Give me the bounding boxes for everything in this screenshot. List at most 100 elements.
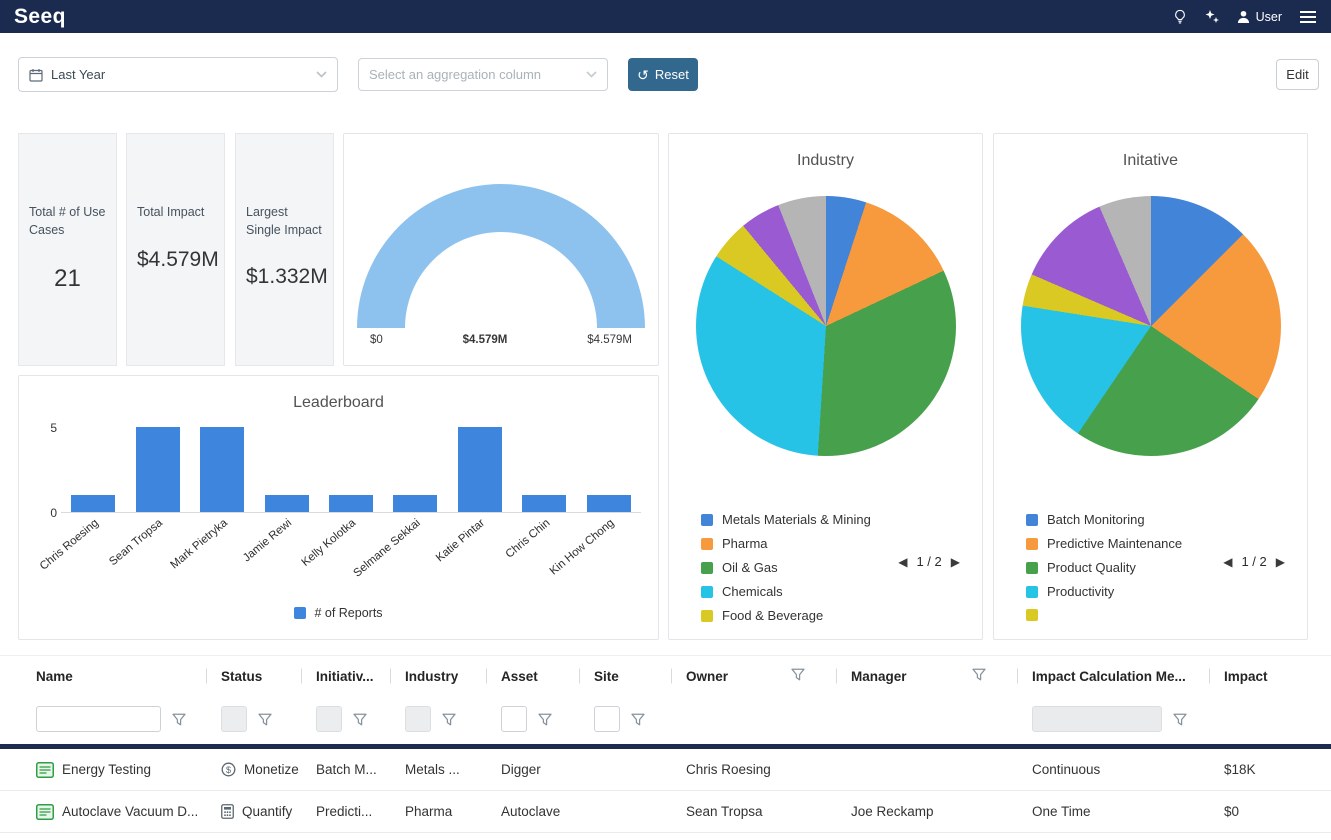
bar[interactable]	[458, 427, 502, 512]
filter-funnel-icon[interactable]	[631, 713, 645, 726]
bar-slot: Selmane Sekkai	[383, 428, 447, 512]
legend-item[interactable]: Food & Beverage	[701, 608, 871, 623]
bar[interactable]	[329, 495, 373, 512]
column-header-asset[interactable]: Asset	[501, 669, 594, 684]
next-page-icon[interactable]: ▶	[951, 555, 960, 569]
bar-category-label: Jamie Rewi	[241, 517, 294, 564]
industry-pie-chart[interactable]	[696, 196, 956, 456]
hamburger-menu-icon[interactable]	[1299, 10, 1317, 24]
bar-slot: Katie Pintar	[448, 428, 512, 512]
cell-status: Quantify	[242, 804, 292, 819]
table-body: Energy Testing$MonetizeBatch M...Metals …	[0, 749, 1331, 833]
seeq-logo[interactable]: Seeq	[14, 5, 66, 29]
prev-page-icon[interactable]: ◀	[1223, 555, 1232, 569]
legend-item[interactable]: Batch Monitoring	[1026, 512, 1182, 527]
column-label: Name	[36, 669, 73, 684]
bar[interactable]	[587, 495, 631, 512]
table-cell-industry: Pharma	[405, 804, 501, 819]
legend-item[interactable]: Product Quality	[1026, 560, 1182, 575]
table-row[interactable]: Energy Testing$MonetizeBatch M...Metals …	[0, 749, 1331, 791]
column-label: Industry	[405, 669, 458, 684]
bar[interactable]	[71, 495, 115, 512]
cell-impact_calc: Continuous	[1032, 762, 1100, 777]
bar-category-label: Chris Roesing	[38, 517, 101, 573]
cell-owner: Chris Roesing	[686, 762, 771, 777]
industry-filter-box[interactable]	[405, 706, 431, 732]
table-cell-impact_calc: Continuous	[1032, 762, 1224, 777]
column-header-impact[interactable]: Impact	[1224, 669, 1331, 684]
reset-button[interactable]: ↺ Reset	[628, 58, 698, 91]
aggregation-placeholder: Select an aggregation column	[369, 67, 541, 82]
legend-item[interactable]: Oil & Gas	[701, 560, 871, 575]
cell-owner: Sean Tropsa	[686, 804, 763, 819]
column-header-name[interactable]: Name	[36, 669, 221, 684]
column-header-initiative[interactable]: Initiativ...	[316, 669, 405, 684]
column-header-impact_calc[interactable]: Impact Calculation Me...	[1032, 669, 1224, 684]
header-filter-icon[interactable]	[972, 668, 986, 681]
filter-funnel-icon[interactable]	[442, 713, 456, 726]
leaderboard-legend[interactable]: # of Reports	[19, 606, 658, 620]
name-filter-input[interactable]	[36, 706, 161, 732]
initiative-pie-card: Initative Batch MonitoringPredictive Mai…	[993, 133, 1308, 640]
leaderboard-plot: Chris RoesingSean TropsaMark PietrykaJam…	[61, 428, 641, 513]
bar[interactable]	[393, 495, 437, 512]
user-menu[interactable]: User	[1237, 10, 1282, 24]
monetize-status-icon: $	[221, 762, 236, 777]
legend-item[interactable]: Productivity	[1026, 584, 1182, 599]
lightbulb-icon[interactable]	[1173, 9, 1187, 25]
bar[interactable]	[522, 495, 566, 512]
legend-item[interactable]: Pharma	[701, 536, 871, 551]
legend-label: Predictive Maintenance	[1047, 536, 1182, 551]
column-separator	[301, 669, 302, 684]
kpi-label: Total # of Use Cases	[29, 204, 106, 239]
bar[interactable]	[265, 495, 309, 512]
legend-item[interactable]	[1026, 608, 1182, 622]
column-separator	[836, 669, 837, 684]
filter-cell-asset	[501, 706, 594, 732]
initiative-filter-box[interactable]	[316, 706, 342, 732]
filter-funnel-icon[interactable]	[353, 713, 367, 726]
site-filter-box[interactable]	[594, 706, 620, 732]
sparkles-icon[interactable]	[1204, 9, 1220, 25]
legend-item[interactable]: Predictive Maintenance	[1026, 536, 1182, 551]
prev-page-icon[interactable]: ◀	[898, 555, 907, 569]
kpi-value: 21	[29, 265, 106, 293]
status-filter-box[interactable]	[221, 706, 247, 732]
bar[interactable]	[200, 427, 244, 512]
column-header-manager[interactable]: Manager	[851, 668, 1032, 684]
filter-funnel-icon[interactable]	[538, 713, 552, 726]
filter-cell-name	[36, 706, 221, 732]
column-header-status[interactable]: Status	[221, 669, 316, 684]
filter-funnel-icon[interactable]	[172, 713, 186, 726]
use-cases-table: Name StatusInitiativ...Industry AssetSiteO…	[0, 655, 1331, 833]
filter-funnel-icon[interactable]	[1173, 713, 1187, 726]
bar-category-label: Chris Chin	[503, 517, 552, 561]
date-range-select[interactable]: Last Year	[18, 57, 338, 92]
horizontal-scrollbar[interactable]	[0, 744, 1331, 749]
next-page-icon[interactable]: ▶	[1276, 555, 1285, 569]
bar[interactable]	[136, 427, 180, 512]
asset-filter-box[interactable]	[501, 706, 527, 732]
column-header-owner[interactable]: Owner	[686, 668, 851, 684]
top-nav: Seeq User	[0, 0, 1331, 33]
initiative-pie-chart[interactable]	[1021, 196, 1281, 456]
table-row[interactable]: Autoclave Vacuum D...QuantifyPredicti...…	[0, 791, 1331, 833]
column-header-industry[interactable]: Industry	[405, 669, 501, 684]
column-header-site[interactable]: Site	[594, 669, 686, 684]
filter-funnel-icon[interactable]	[258, 713, 272, 726]
gauge-value-label: $4.579M	[463, 334, 508, 346]
edit-button[interactable]: Edit	[1276, 59, 1319, 90]
cell-impact: $0	[1224, 804, 1239, 819]
impact_calc-filter-box[interactable]	[1032, 706, 1162, 732]
table-cell-manager: Joe Reckamp	[851, 804, 1032, 819]
aggregation-select[interactable]: Select an aggregation column	[358, 58, 608, 91]
legend-item[interactable]: Metals Materials & Mining	[701, 512, 871, 527]
legend-item[interactable]: Chemicals	[701, 584, 871, 599]
gauge-min-label: $0	[370, 334, 383, 346]
legend-label: Product Quality	[1047, 560, 1136, 575]
table-cell-asset: Digger	[501, 762, 594, 777]
column-label: Manager	[851, 669, 907, 684]
legend-swatch	[1026, 514, 1038, 526]
header-filter-icon[interactable]	[791, 668, 805, 681]
gauge-arc[interactable]	[357, 184, 645, 328]
